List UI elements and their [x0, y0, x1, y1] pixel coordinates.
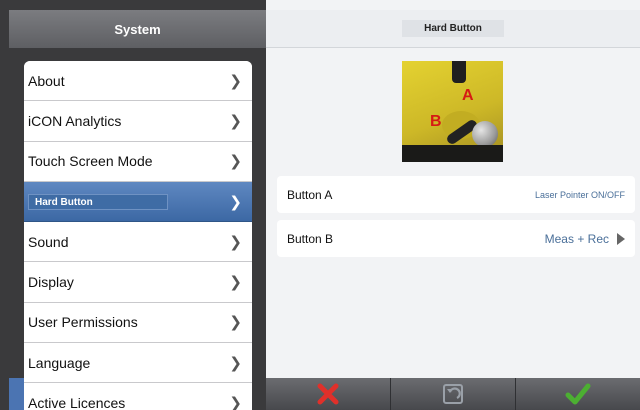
- cancel-icon: [317, 383, 339, 405]
- button-a-value: Laser Pointer ON/OFF: [534, 189, 625, 200]
- chevron-right-icon: ❯: [229, 111, 242, 130]
- chevron-right-icon: ❯: [229, 273, 242, 292]
- panel-title: Hard Button: [402, 20, 504, 37]
- instrument-base: [402, 145, 503, 162]
- menu-item-language[interactable]: Language ❯: [24, 343, 252, 384]
- menu-item-icon-analytics[interactable]: iCON Analytics ❯: [24, 101, 252, 142]
- button-a-label: Button A: [287, 187, 333, 202]
- bottom-toolbar: [266, 378, 640, 410]
- menu-item-label: User Permissions: [28, 314, 138, 331]
- hard-button-image: A B: [402, 61, 503, 162]
- system-panel: System About ❯ iCON Analytics ❯ Touch Sc…: [0, 0, 266, 410]
- system-menu: About ❯ iCON Analytics ❯ Touch Screen Mo…: [24, 61, 252, 410]
- chevron-right-icon: ❯: [229, 313, 242, 332]
- menu-item-user-permissions[interactable]: User Permissions ❯: [24, 302, 252, 344]
- focus-knob: [472, 121, 498, 147]
- system-title: System: [114, 21, 161, 37]
- menu-item-label: Hard Button: [28, 193, 168, 210]
- menu-item-label: Language: [28, 354, 91, 371]
- button-a-marker: A: [462, 87, 474, 104]
- button-b-label: Button B: [287, 231, 334, 246]
- disclosure-arrow-icon: [617, 232, 625, 245]
- menu-item-label: iCON Analytics: [28, 112, 122, 129]
- button-b-marker: B: [430, 113, 442, 130]
- undo-button[interactable]: [391, 378, 516, 410]
- cancel-button[interactable]: [266, 378, 391, 410]
- undo-icon: [443, 384, 463, 404]
- chevron-right-icon: ❯: [229, 394, 242, 410]
- chevron-right-icon: ❯: [229, 232, 242, 251]
- menu-item-sound[interactable]: Sound ❯: [24, 222, 252, 263]
- confirm-button[interactable]: [516, 378, 640, 410]
- chevron-right-icon: ❯: [229, 71, 242, 90]
- button-b-row[interactable]: Button B Meas + Rec: [277, 220, 635, 257]
- button-a-row[interactable]: Button A Laser Pointer ON/OFF: [277, 176, 635, 213]
- menu-item-touch-screen-mode[interactable]: Touch Screen Mode ❯: [24, 141, 252, 182]
- button-b-value: Meas + Rec: [544, 231, 609, 246]
- system-panel-header: System: [9, 10, 266, 48]
- instrument-knob: [452, 61, 466, 83]
- menu-item-display[interactable]: Display ❯: [24, 262, 252, 303]
- menu-item-label: Display: [28, 274, 74, 291]
- menu-item-active-licences[interactable]: Active Licences ❯: [24, 383, 252, 410]
- menu-item-label: Touch Screen Mode: [28, 153, 153, 170]
- chevron-right-icon: ❯: [229, 152, 242, 171]
- hard-button-panel: Hard Button A B Button A Laser Pointer O…: [266, 0, 640, 410]
- chevron-right-icon: ❯: [229, 353, 242, 372]
- menu-item-hard-button[interactable]: Hard Button ❯: [24, 181, 252, 223]
- menu-item-label: About: [28, 72, 65, 89]
- hard-button-panel-header: Hard Button: [266, 10, 640, 48]
- panel-edge-accent: [9, 378, 24, 410]
- confirm-icon: [565, 383, 591, 405]
- chevron-right-icon: ❯: [229, 192, 242, 211]
- menu-item-about[interactable]: About ❯: [24, 61, 252, 102]
- menu-item-label: Sound: [28, 233, 69, 250]
- menu-item-label: Active Licences: [28, 395, 126, 410]
